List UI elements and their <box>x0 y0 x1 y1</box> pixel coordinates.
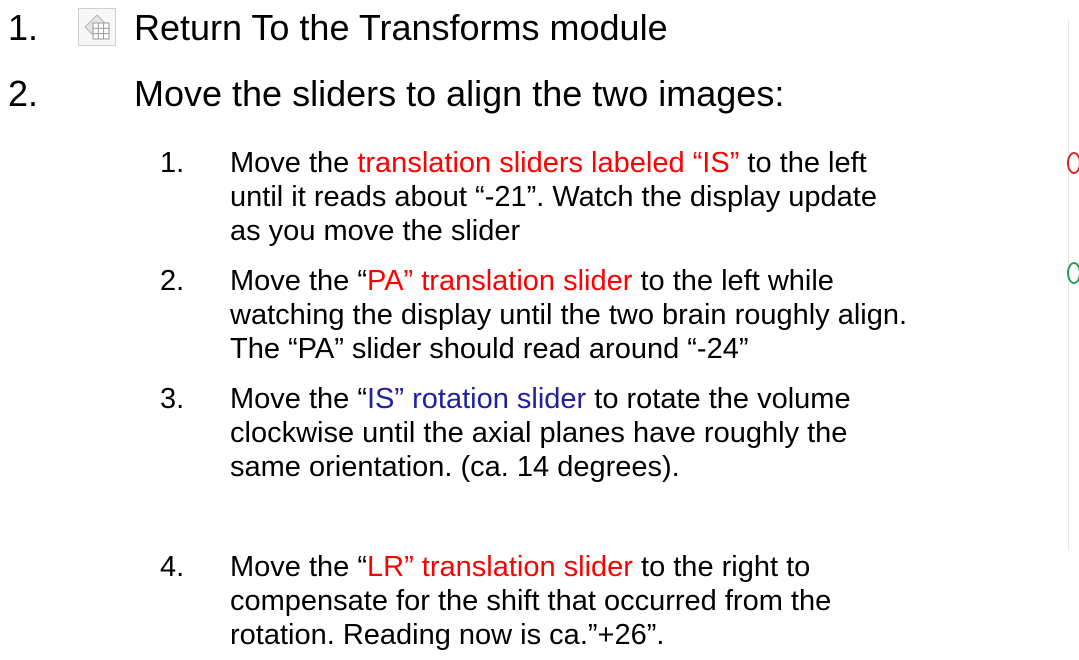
substep-1-line-1-post: to the left <box>739 147 867 179</box>
substep-2-line-1: Move the “PA” translation slider to the … <box>230 264 1079 298</box>
substep-4-highlight: LR” translation slider <box>367 551 633 583</box>
green-marker <box>1067 262 1079 284</box>
substep-3: 3. Move the “IS” rotation slider to rota… <box>0 382 1079 492</box>
substep-1-highlight: translation sliders labeled “IS” <box>357 147 740 179</box>
substep-4: 4. Move the “LR” translation slider to t… <box>0 550 1079 660</box>
substep-4-line-2: compensate for the shift that occurred f… <box>230 585 832 617</box>
substep-2-number: 2. <box>160 265 185 297</box>
cropped-screenshot-edge <box>1068 20 1079 550</box>
substep-1-line-3: as you move the slider <box>230 215 521 247</box>
step-1: 1. Return To the Transforms module <box>0 6 1079 50</box>
substep-3-number: 3. <box>160 383 185 415</box>
substep-1-line-2: until it reads about “-21”. Watch the di… <box>230 181 877 213</box>
substep-2-line-1-post: to the left while <box>632 265 834 297</box>
substep-3-line-1-pre: Move the “ <box>230 383 367 415</box>
slide-page: 1. Return To the Transforms module 2. Mo… <box>0 0 1079 660</box>
substep-2: 2. Move the “PA” translation slider to t… <box>0 264 1079 374</box>
substep-4-line-1-pre: Move the “ <box>230 551 367 583</box>
substep-3-highlight: IS” rotation slider <box>367 383 587 415</box>
substep-3-line-3: same orientation. (ca. 14 degrees). <box>230 451 680 483</box>
substep-2-highlight: PA” translation slider <box>367 265 633 297</box>
step-2-text: Move the sliders to align the two images… <box>134 73 785 114</box>
substep-1: 1. Move the translation sliders labeled … <box>0 146 1079 256</box>
transforms-module-icon[interactable] <box>78 8 116 46</box>
substep-1-line-1: Move the translation sliders labeled “IS… <box>230 146 1079 180</box>
substep-3-line-1: Move the “IS” rotation slider to rotate … <box>230 382 1079 416</box>
substep-2-line-2: watching the display until the two brain… <box>230 299 908 331</box>
substep-2-line-1-pre: Move the “ <box>230 265 367 297</box>
substep-1-line-1-pre: Move the <box>230 147 358 179</box>
substep-4-number: 4. <box>160 551 185 583</box>
substep-3-line-2: clockwise until the axial planes have ro… <box>230 417 848 449</box>
step-2: 2. Move the sliders to align the two ima… <box>0 72 1079 116</box>
substep-4-line-1-post: to the right to <box>632 551 811 583</box>
step-2-number: 2. <box>8 73 39 114</box>
substep-2-line-3: The “PA” slider should read around “-24” <box>230 333 749 365</box>
substep-4-line-1: Move the “LR” translation slider to the … <box>230 550 1079 584</box>
substep-1-number: 1. <box>160 147 185 179</box>
substep-3-line-1-post: to rotate the volume <box>586 383 851 415</box>
step-1-text: Return To the Transforms module <box>134 7 668 48</box>
red-marker <box>1067 152 1079 174</box>
step-1-number: 1. <box>8 7 39 48</box>
substep-4-line-3: rotation. Reading now is ca.”+26”. <box>230 619 665 651</box>
